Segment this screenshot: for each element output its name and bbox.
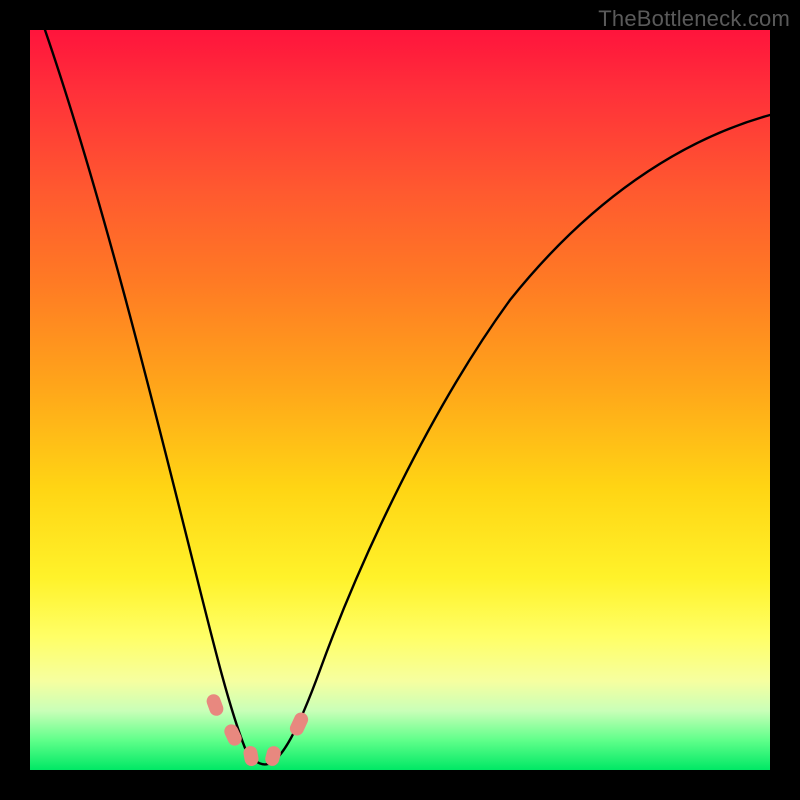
bottleneck-curve xyxy=(45,30,770,764)
marker-dot xyxy=(288,710,311,738)
watermark-text: TheBottleneck.com xyxy=(598,6,790,32)
marker-dot xyxy=(205,692,226,717)
plot-area xyxy=(30,30,770,770)
stage: TheBottleneck.com xyxy=(0,0,800,800)
marker-dot xyxy=(222,722,244,748)
curve-svg xyxy=(30,30,770,770)
marker-group xyxy=(205,692,311,767)
